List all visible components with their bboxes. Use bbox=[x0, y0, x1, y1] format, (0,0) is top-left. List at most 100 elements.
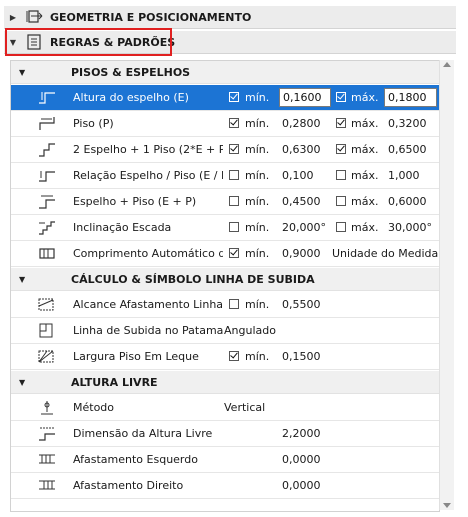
right-offset-icon bbox=[39, 480, 55, 490]
min-label: mín. bbox=[245, 350, 270, 363]
value-field[interactable]: 0,0000 bbox=[282, 453, 321, 466]
winder-icon bbox=[38, 350, 54, 363]
scroll-up-icon[interactable] bbox=[443, 62, 451, 67]
row-label: Largura Piso Em Leque bbox=[73, 350, 199, 363]
row-label: Dimensão da Altura Livre bbox=[73, 427, 213, 440]
group-label: CÁLCULO & SÍMBOLO LINHA DE SUBIDA bbox=[71, 272, 315, 286]
max-checkbox[interactable] bbox=[336, 92, 346, 102]
min-value[interactable]: 0,5500 bbox=[282, 298, 321, 311]
expanded-triangle-icon[interactable]: ▼ bbox=[19, 378, 29, 387]
max-checkbox[interactable] bbox=[336, 170, 346, 180]
value-dropdown[interactable]: Angulado bbox=[224, 324, 276, 337]
max-value[interactable]: 0,6000 bbox=[388, 195, 427, 208]
max-value[interactable]: 1,000 bbox=[388, 169, 420, 182]
min-label: mín. bbox=[245, 143, 270, 156]
max-value-input[interactable]: 0,1800 bbox=[384, 88, 437, 107]
scrollbar[interactable] bbox=[439, 60, 454, 510]
row-e-mais-p[interactable]: Espelho + Piso (E + P) mín. 0,4500 máx. … bbox=[11, 189, 439, 215]
value-dropdown[interactable]: Vertical bbox=[224, 401, 265, 414]
left-offset-icon bbox=[39, 454, 55, 464]
max-checkbox[interactable] bbox=[336, 118, 346, 128]
min-label: mín. bbox=[245, 91, 270, 104]
row-label: Piso (P) bbox=[73, 117, 114, 130]
expanded-triangle-icon[interactable]: ▼ bbox=[19, 275, 29, 284]
group-pisos[interactable]: ▼ PISOS & ESPELHOS bbox=[11, 61, 439, 84]
unit-dropdown[interactable]: Unidade do Medida bbox=[332, 247, 438, 260]
group-label: ALTURA LIVRE bbox=[71, 375, 158, 389]
min-checkbox[interactable] bbox=[229, 92, 239, 102]
min-checkbox[interactable] bbox=[229, 170, 239, 180]
riser-height-icon bbox=[39, 92, 55, 104]
value-field[interactable]: 2,2000 bbox=[282, 427, 321, 440]
row-2e-p[interactable]: 2 Espelho + 1 Piso (2*E + P) mín. 0,6300… bbox=[11, 137, 439, 163]
min-value[interactable]: 0,2800 bbox=[282, 117, 321, 130]
min-checkbox[interactable] bbox=[229, 144, 239, 154]
row-label: Afastamento Esquerdo bbox=[73, 453, 198, 466]
min-value-input[interactable]: 0,1600 bbox=[279, 88, 331, 107]
min-value[interactable]: 20,000° bbox=[282, 221, 326, 234]
min-label: mín. bbox=[245, 247, 270, 260]
max-value[interactable]: 30,000° bbox=[388, 221, 432, 234]
row-label: Espelho + Piso (E + P) bbox=[73, 195, 197, 208]
min-label: mín. bbox=[245, 117, 270, 130]
settings-panel: ▶ GEOMETRIA E POSICIONAMENTO ▼ REGRAS & … bbox=[0, 0, 468, 517]
row-label: Afastamento Direito bbox=[73, 479, 184, 492]
max-label: máx. bbox=[351, 91, 379, 104]
row-label: Relação Espelho / Piso (E / P) bbox=[73, 169, 223, 182]
row-dimensao[interactable]: Dimensão da Altura Livre 2,2000 bbox=[11, 421, 439, 447]
min-checkbox[interactable] bbox=[229, 248, 239, 258]
min-value[interactable]: 0,4500 bbox=[282, 195, 321, 208]
max-value[interactable]: 0,3200 bbox=[388, 117, 427, 130]
min-value[interactable]: 0,100 bbox=[282, 169, 314, 182]
value-field[interactable]: 0,0000 bbox=[282, 479, 321, 492]
ratio-icon bbox=[39, 171, 55, 182]
group-altura[interactable]: ▼ ALTURA LIVRE bbox=[11, 371, 439, 394]
row-label: 2 Espelho + 1 Piso (2*E + P) bbox=[73, 143, 223, 156]
min-label: mín. bbox=[245, 298, 270, 311]
row-afast-esq[interactable]: Afastamento Esquerdo 0,0000 bbox=[11, 447, 439, 473]
row-largura-leque[interactable]: Largura Piso Em Leque mín. 0,1500 bbox=[11, 344, 439, 370]
collapsed-triangle-icon[interactable]: ▶ bbox=[6, 13, 20, 22]
offset-range-icon bbox=[38, 298, 54, 311]
row-relacao[interactable]: Relação Espelho / Piso (E / P) mín. 0,10… bbox=[11, 163, 439, 189]
max-checkbox[interactable] bbox=[336, 144, 346, 154]
min-checkbox[interactable] bbox=[229, 299, 239, 309]
row-label: Linha de Subida no Patamar bbox=[73, 324, 223, 337]
min-label: mín. bbox=[245, 195, 270, 208]
min-checkbox[interactable] bbox=[229, 196, 239, 206]
min-value[interactable]: 0,1500 bbox=[282, 350, 321, 363]
group-calculo[interactable]: ▼ CÁLCULO & SÍMBOLO LINHA DE SUBIDA bbox=[11, 268, 439, 291]
max-label: máx. bbox=[351, 117, 379, 130]
section-label: GEOMETRIA E POSICIONAMENTO bbox=[50, 10, 252, 24]
max-value[interactable]: 0,6500 bbox=[388, 143, 427, 156]
geometry-icon bbox=[26, 10, 43, 23]
step-formula-icon bbox=[39, 143, 55, 157]
row-piso[interactable]: Piso (P) mín. 0,2800 máx. 0,3200 bbox=[11, 111, 439, 137]
expanded-triangle-icon[interactable]: ▼ bbox=[19, 68, 29, 77]
min-checkbox[interactable] bbox=[229, 118, 239, 128]
row-alcance[interactable]: Alcance Afastamento Linha d mín. 0,5500 bbox=[11, 292, 439, 318]
max-checkbox[interactable] bbox=[336, 222, 346, 232]
max-label: máx. bbox=[351, 143, 379, 156]
row-comprimento[interactable]: Comprimento Automático do mín. 0,9000 Un… bbox=[11, 241, 439, 267]
auto-length-icon bbox=[39, 248, 55, 259]
max-label: máx. bbox=[351, 221, 379, 234]
section-geometria[interactable]: ▶ GEOMETRIA E POSICIONAMENTO bbox=[4, 6, 456, 29]
max-label: máx. bbox=[351, 195, 379, 208]
row-label: Inclinação Escada bbox=[73, 221, 172, 234]
method-icon bbox=[41, 401, 53, 415]
riser-tread-icon bbox=[39, 195, 55, 209]
scroll-down-icon[interactable] bbox=[443, 503, 451, 508]
min-value[interactable]: 0,9000 bbox=[282, 247, 321, 260]
row-afast-dir[interactable]: Afastamento Direito 0,0000 bbox=[11, 473, 439, 499]
tread-icon bbox=[39, 117, 55, 130]
row-inclinacao[interactable]: Inclinação Escada mín. 20,000° máx. 30,0… bbox=[11, 215, 439, 241]
row-label: Altura do espelho (E) bbox=[73, 91, 189, 104]
row-linha-patamar[interactable]: Linha de Subida no Patamar Angulado bbox=[11, 318, 439, 344]
max-checkbox[interactable] bbox=[336, 196, 346, 206]
row-metodo[interactable]: Método Vertical bbox=[11, 395, 439, 421]
row-altura-espelho[interactable]: Altura do espelho (E) mín. 0,1600 máx. 0… bbox=[11, 85, 439, 111]
min-checkbox[interactable] bbox=[229, 222, 239, 232]
min-value[interactable]: 0,6300 bbox=[282, 143, 321, 156]
min-checkbox[interactable] bbox=[229, 351, 239, 361]
